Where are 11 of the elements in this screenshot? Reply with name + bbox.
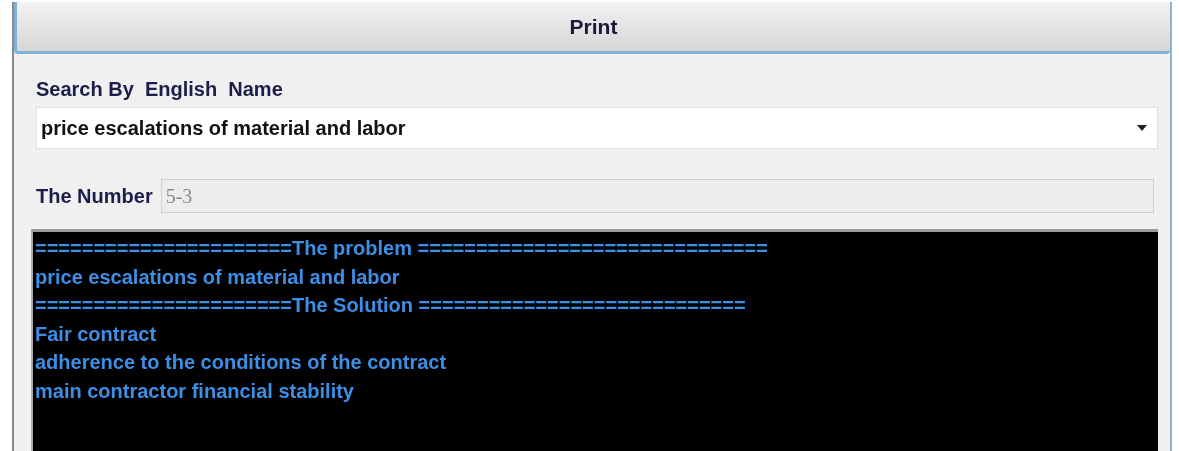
search-combo-box[interactable]: price escalations of material and labor [36,107,1158,149]
output-line: main contractor financial stability [35,378,355,404]
output-line: adherence to the conditions of the contract [35,350,448,375]
print-button[interactable]: Print [14,2,1170,54]
output-line: Fair contract [35,321,158,347]
search-label: Search By English Name [36,78,284,101]
output-line: ======================The problem ============================== [35,236,769,261]
number-label: The Number [36,184,153,208]
output-line: price escalations of material and labor [35,264,401,290]
caret-icon [1137,125,1147,131]
output-line: ======================The Solution ============================ [35,293,747,318]
